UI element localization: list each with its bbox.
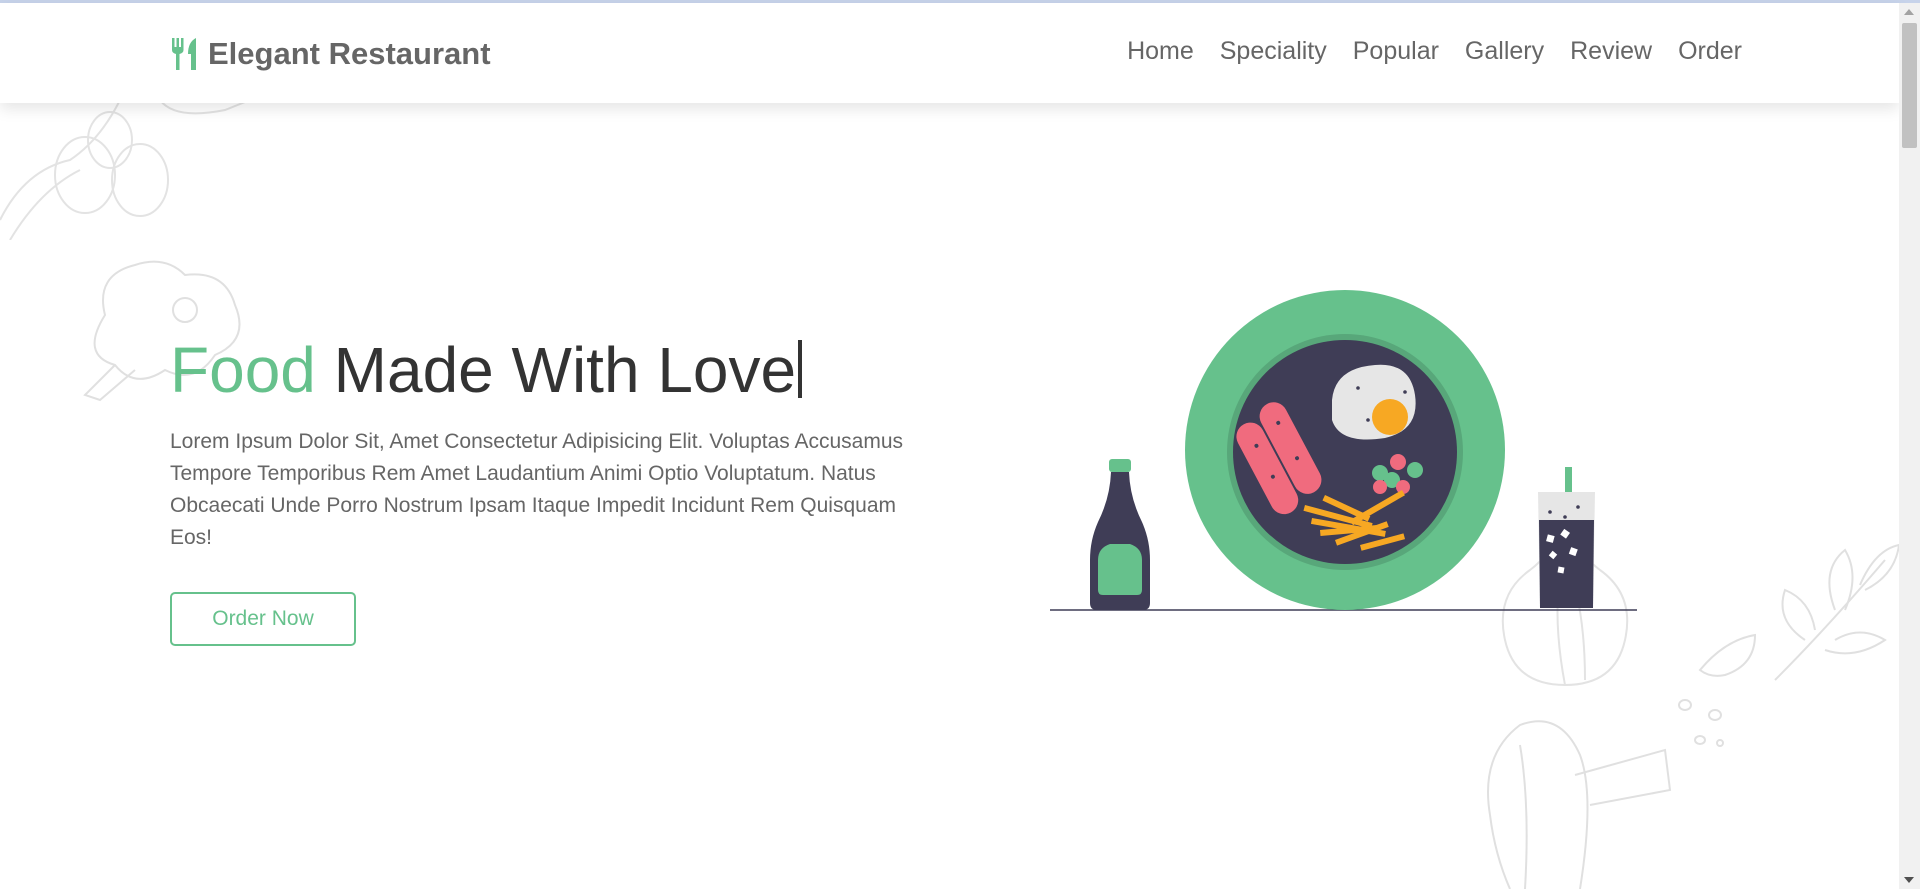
nav-home[interactable]: Home [1127,37,1194,66]
seeds-doodle-right [1678,633,1757,747]
site-header: Elegant Restaurant Home Speciality Popul… [0,3,1899,103]
typing-cursor [798,340,803,398]
nav-order[interactable]: Order [1678,37,1742,66]
logo[interactable]: Elegant Restaurant [170,33,491,75]
nav-popular[interactable]: Popular [1353,37,1439,66]
utensils-icon [170,38,200,70]
mushroom-doodle-bottom-right [1487,720,1672,889]
page-scrollbar[interactable] [1899,3,1920,889]
nav-speciality[interactable]: Speciality [1220,37,1327,66]
scrollbar-thumb[interactable] [1902,23,1917,148]
scroll-up-icon[interactable] [1904,9,1914,15]
vegetable-doodle-top-left [0,100,251,240]
hero-title-accent: Food [170,334,316,406]
order-now-button[interactable]: Order Now [170,592,356,646]
scroll-down-icon[interactable] [1904,877,1914,883]
hero-description: Lorem Ipsum Dolor Sit, Amet Consectetur … [170,430,904,549]
hero-title-rest: Made With Love [333,334,797,406]
nav-review[interactable]: Review [1570,37,1652,66]
parsley-doodle-right [1774,543,1899,681]
food-plate-illustration [1050,290,1637,611]
nav-gallery[interactable]: Gallery [1465,37,1544,66]
logo-text: Elegant Restaurant [208,36,491,71]
main-nav: Home Speciality Popular Gallery Review O… [1127,37,1742,66]
hero-title: Food Made With Love [170,330,803,410]
